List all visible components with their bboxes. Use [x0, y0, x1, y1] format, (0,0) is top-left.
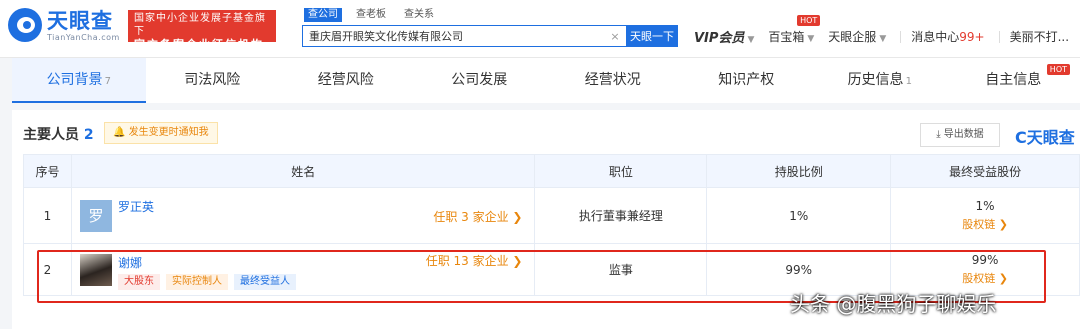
- tab-search-relation[interactable]: 查关系: [400, 8, 438, 22]
- tab-company-background[interactable]: 公司背景 7: [12, 58, 146, 103]
- share-cell: 1%: [706, 187, 892, 244]
- vip-link[interactable]: VIP会员 ▼: [694, 27, 754, 46]
- avatar[interactable]: [79, 254, 112, 286]
- row-index: 2: [23, 243, 72, 296]
- user-menu[interactable]: 美丽不打...: [1010, 28, 1069, 45]
- bell-icon: 🔔: [113, 127, 126, 138]
- tab-judicial-risk[interactable]: 司法风险: [146, 58, 280, 103]
- col-header-position: 职位: [534, 154, 708, 188]
- tag-major-shareholder[interactable]: 大股东: [117, 274, 160, 290]
- official-badge: 国家中小企业发展子基金旗下 官方备案企业征信机构: [128, 10, 276, 51]
- hot-badge: HOT: [797, 15, 821, 26]
- eye-logo-icon: [8, 8, 42, 42]
- personnel-table: 序号 姓名 职位 持股比例 最终受益股份 1 罗 罗正英 任职 3 家企业 ❯ …: [23, 154, 1080, 296]
- table-header-row: 序号 姓名 职位 持股比例 最终受益股份: [23, 154, 1080, 188]
- table-row: 1 罗 罗正英 任职 3 家企业 ❯ 执行董事兼经理 1% 1% 股权链 ❯: [23, 187, 1080, 244]
- top-nav: VIP会员 ▼ 百宝箱 ▼ HOT 天眼企服 ▼ 消息中心99+ 美丽不打...: [694, 15, 1080, 46]
- tab-self-info[interactable]: 自主信息 HOT: [947, 58, 1080, 103]
- tab-history-info[interactable]: 历史信息 1: [813, 58, 947, 103]
- person-name-link[interactable]: 谢娜: [118, 254, 142, 271]
- download-icon: ⤓: [936, 129, 941, 140]
- tab-intellectual-property[interactable]: 知识产权: [680, 58, 814, 103]
- benefit-value: 99%: [971, 253, 999, 267]
- benefit-cell: 1% 股权链 ❯: [890, 187, 1080, 244]
- tab-company-development[interactable]: 公司发展: [413, 58, 547, 103]
- tab-search-boss[interactable]: 查老板: [352, 8, 390, 22]
- clear-icon[interactable]: ×: [604, 30, 626, 43]
- nav-divider: [998, 30, 1000, 43]
- search-input[interactable]: [303, 29, 604, 43]
- logo-text: 天眼查: [47, 8, 113, 33]
- col-header-benefit: 最终受益股份: [890, 154, 1080, 188]
- tab-operation-status[interactable]: 经营状况: [546, 58, 680, 103]
- company-section-tabs: 公司背景 7 司法风险 经营风险 公司发展 经营状况 知识产权 历史信息 1 自主信…: [12, 58, 1080, 103]
- search-type-tabs: 查公司 查老板 查关系: [304, 8, 438, 22]
- export-data-button[interactable]: ⤓ 导出数据: [920, 123, 1000, 147]
- watermark-text: 头条 @腹黑狗子聊娱乐: [790, 292, 997, 316]
- search-box: × 天眼一下: [302, 25, 678, 47]
- person-name-link[interactable]: 罗正英: [118, 198, 154, 215]
- avatar[interactable]: 罗: [79, 200, 112, 232]
- site-logo[interactable]: 天眼查 TianYanCha.com: [8, 8, 120, 42]
- equity-chain-link[interactable]: 股权链 ❯: [891, 216, 1079, 232]
- person-tags: 大股东 实际控制人 最终受益人: [117, 274, 296, 290]
- tag-final-beneficiary[interactable]: 最终受益人: [233, 274, 296, 290]
- nav-divider: [900, 30, 902, 43]
- tenure-link[interactable]: 任职 13 家企业 ❯: [426, 252, 523, 269]
- person-cell: 谢娜 任职 13 家企业 ❯ 大股东 实际控制人 最终受益人: [70, 243, 536, 296]
- col-header-share: 持股比例: [706, 154, 892, 188]
- position-cell: 监事: [534, 243, 708, 296]
- row-index: 1: [23, 187, 72, 244]
- position-cell: 执行董事兼经理: [534, 187, 708, 244]
- equity-chain-link[interactable]: 股权链 ❯: [891, 270, 1079, 286]
- hot-badge: HOT: [1046, 64, 1070, 75]
- section-title: 主要人员 2: [23, 127, 94, 143]
- message-count-badge: 99+: [959, 30, 985, 44]
- search-button[interactable]: 天眼一下: [626, 25, 678, 47]
- treasure-box-menu[interactable]: 百宝箱 ▼ HOT: [768, 15, 821, 45]
- brand-watermark: C天眼查: [1015, 128, 1075, 147]
- tab-search-company[interactable]: 查公司: [304, 8, 342, 22]
- message-center-link[interactable]: 消息中心99+: [911, 28, 984, 45]
- tab-operation-risk[interactable]: 经营风险: [279, 58, 413, 103]
- chevron-down-icon: ▼: [879, 34, 887, 44]
- tag-actual-controller[interactable]: 实际控制人: [165, 274, 228, 290]
- chevron-down-icon: ▼: [807, 34, 815, 44]
- eye-logo-icon: C: [1015, 128, 1027, 147]
- col-header-index: 序号: [23, 154, 72, 188]
- top-header: 天眼查 TianYanCha.com 国家中小企业发展子基金旗下 官方备案企业征…: [0, 0, 1080, 58]
- enterprise-service-menu[interactable]: 天眼企服 ▼: [828, 28, 886, 45]
- chevron-down-icon: ▼: [747, 35, 755, 45]
- col-header-name: 姓名: [70, 154, 536, 188]
- change-notify-button[interactable]: 🔔 发生变更时通知我: [104, 122, 218, 144]
- benefit-value: 1%: [975, 199, 995, 213]
- logo-domain: TianYanCha.com: [47, 32, 120, 42]
- person-cell: 罗 罗正英 任职 3 家企业 ❯: [70, 187, 536, 244]
- tenure-link[interactable]: 任职 3 家企业 ❯: [433, 208, 522, 225]
